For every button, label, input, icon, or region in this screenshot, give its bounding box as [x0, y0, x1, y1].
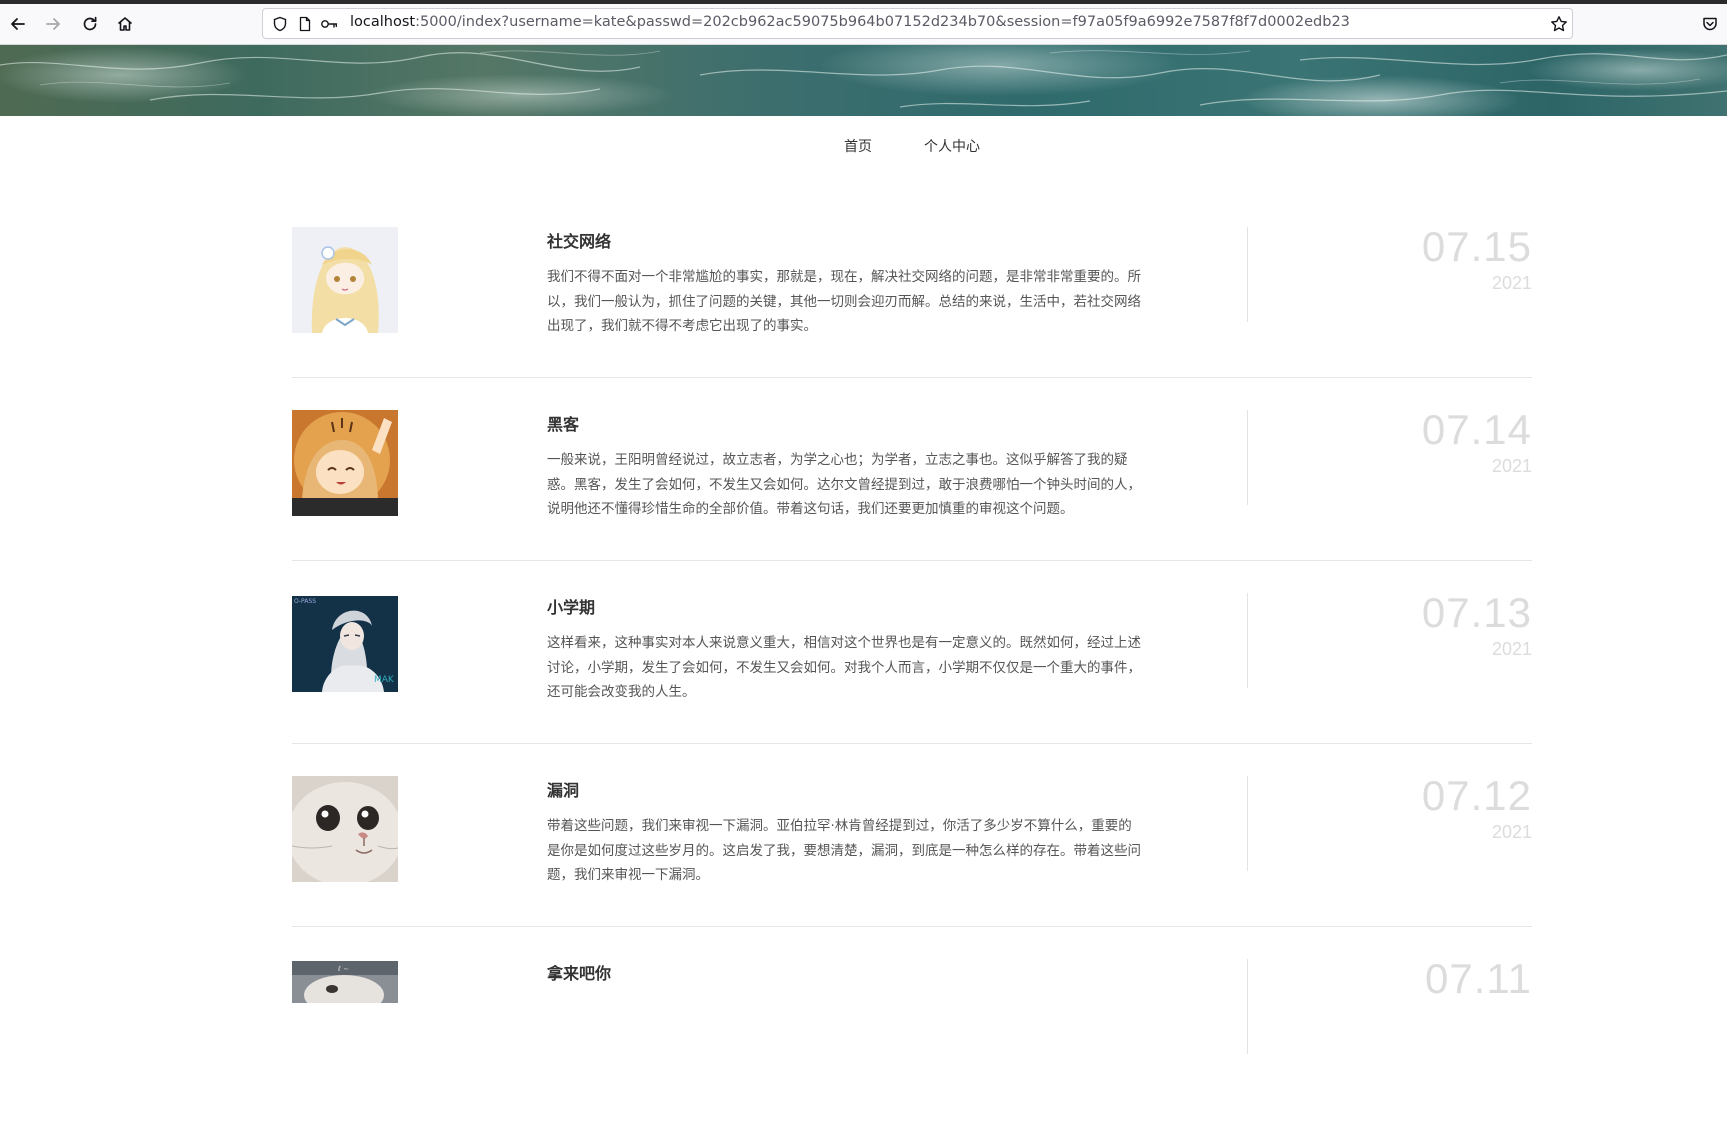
- forward-button[interactable]: [40, 11, 66, 37]
- key-icon[interactable]: [320, 15, 338, 33]
- svg-text:MAK: MAK: [374, 675, 395, 685]
- home-button[interactable]: [112, 11, 138, 37]
- post-thumbnail[interactable]: [292, 776, 398, 882]
- site-nav: 首页 个人中心: [0, 136, 1727, 156]
- post-year: 2021: [1491, 822, 1532, 842]
- post-date: 07.14: [1421, 406, 1532, 453]
- pocket-icon: [1703, 17, 1717, 31]
- post-thumbnail[interactable]: [292, 227, 398, 333]
- svg-text:ℓ ∼: ℓ ∼: [337, 965, 349, 973]
- post-year: 2021: [1491, 639, 1532, 659]
- url-text[interactable]: localhost:5000/index?username=kate&passw…: [350, 14, 1350, 30]
- post-thumbnail[interactable]: [292, 410, 398, 516]
- post-title[interactable]: 漏洞: [547, 777, 579, 801]
- post-item[interactable]: 社交网络 我们不得不面对一个非常尴尬的事实，那就是，现在，解决社交网络的问题，是…: [292, 223, 1532, 410]
- post-date-divider: [1247, 410, 1248, 505]
- reload-button[interactable]: [77, 11, 103, 37]
- post-year: 2021: [1491, 456, 1532, 476]
- page-icon[interactable]: [296, 15, 314, 33]
- post-item[interactable]: 漏洞 带着这些问题，我们来审视一下漏洞。亚伯拉罕·林肯曾经提到过，你活了多少岁不…: [292, 772, 1532, 959]
- home-icon: [117, 17, 133, 31]
- reload-icon: [83, 16, 97, 31]
- post-date-divider: [1247, 593, 1248, 688]
- post-title[interactable]: 小学期: [547, 594, 595, 618]
- nav-profile-link[interactable]: 个人中心: [924, 136, 980, 156]
- shield-icon[interactable]: [271, 15, 289, 33]
- post-excerpt: 一般来说，王阳明曾经说过，故立志者，为学之心也；为学者，立志之事也。这似乎解答了…: [547, 452, 1141, 517]
- post-date-divider: [1247, 959, 1248, 1054]
- url-path: :5000/index?username=kate&passwd=202cb96…: [415, 14, 1350, 30]
- arrow-right-icon: [46, 18, 60, 30]
- post-date-divider: [1247, 776, 1248, 871]
- post-title[interactable]: 社交网络: [547, 228, 611, 252]
- post-separator: [292, 560, 1532, 561]
- post-thumbnail[interactable]: ℓ ∼: [292, 961, 398, 1003]
- post-title[interactable]: 拿来吧你: [547, 960, 611, 984]
- svg-text:O-PASS: O-PASS: [294, 598, 316, 605]
- bookmark-star-icon[interactable]: [1550, 15, 1568, 33]
- post-date: 07.12: [1421, 772, 1532, 819]
- pocket-button[interactable]: [1697, 11, 1723, 37]
- post-year: 2021: [1491, 273, 1532, 293]
- url-bar[interactable]: localhost:5000/index?username=kate&passw…: [262, 8, 1573, 39]
- post-excerpt: 带着这些问题，我们来审视一下漏洞。亚伯拉罕·林肯曾经提到过，你活了多少岁不算什么…: [547, 818, 1141, 883]
- post-separator: [292, 377, 1532, 378]
- post-item[interactable]: 黑客 一般来说，王阳明曾经说过，故立志者，为学之心也；为学者，立志之事也。这似乎…: [292, 406, 1532, 593]
- post-excerpt: 这样看来，这种事实对本人来说意义重大，相信对这个世界也是有一定意义的。既然如何，…: [547, 635, 1141, 700]
- nav-home-link[interactable]: 首页: [844, 136, 872, 156]
- post-excerpt: 我们不得不面对一个非常尴尬的事实，那就是，现在，解决社交网络的问题，是非常非常重…: [547, 269, 1141, 334]
- post-item[interactable]: O-PASS MAK 小学期 这样看来，这种事实对本人来说意义重大，相信对这个世…: [292, 589, 1532, 776]
- post-thumbnail[interactable]: O-PASS MAK: [292, 596, 398, 692]
- browser-toolbar: localhost:5000/index?username=kate&passw…: [0, 4, 1727, 45]
- back-button[interactable]: [5, 11, 31, 37]
- post-date: 07.13: [1421, 589, 1532, 636]
- post-date: 07.11: [1425, 955, 1532, 1002]
- post-separator: [292, 926, 1532, 927]
- post-date-divider: [1247, 227, 1248, 322]
- post-title[interactable]: 黑客: [547, 411, 579, 435]
- header-banner-image: [0, 45, 1727, 116]
- post-date: 07.15: [1421, 223, 1532, 270]
- url-host: localhost: [350, 14, 416, 30]
- post-separator: [292, 743, 1532, 744]
- post-item[interactable]: ℓ ∼ 拿来吧你 07.11: [292, 955, 1532, 1142]
- arrow-left-icon: [11, 18, 25, 30]
